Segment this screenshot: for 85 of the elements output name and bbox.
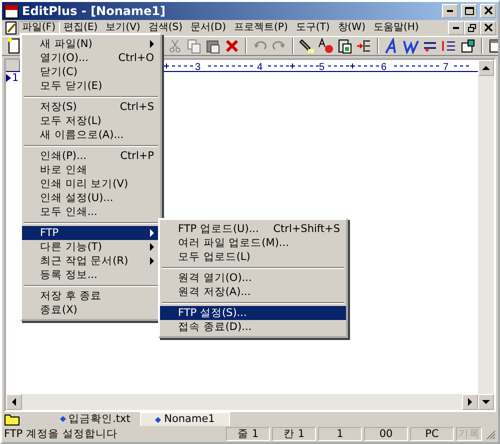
document-tab[interactable]: Noname1 [140, 412, 230, 426]
close-button[interactable] [480, 21, 496, 35]
menu-item[interactable]: 프로젝트(P) [230, 20, 292, 36]
menu-item[interactable]: 여러 파일 업로드(M)... [160, 236, 346, 250]
menu-item[interactable]: 새 이름으로(A)... [22, 128, 160, 142]
menu-item[interactable]: 종료(X) [22, 303, 160, 317]
status-pane: 00 [364, 427, 408, 441]
down-arrow-icon [482, 399, 490, 405]
menu-item[interactable]: 저장(S) Ctrl+S [22, 100, 160, 114]
close-icon [482, 23, 494, 33]
font-color-icon[interactable] [318, 38, 334, 54]
menu-item[interactable]: 접속 종료(D)... [160, 320, 346, 334]
menu-item[interactable]: 최근 작업 문서(R) [22, 254, 160, 268]
status-pane: 칸 1 [272, 427, 316, 441]
menu-item[interactable]: 닫기(C) [22, 65, 160, 79]
menu-item[interactable]: 창(W) [334, 20, 370, 36]
status-pane: PC [410, 427, 454, 441]
indent-icon[interactable] [356, 38, 372, 54]
up-arrow-icon [482, 65, 490, 71]
menu-item[interactable]: 다른 기능(T) [22, 240, 160, 254]
menu-item[interactable]: 인쇄(P)... Ctrl+P [22, 149, 160, 163]
ruler-number: 6 [381, 62, 387, 71]
menu-item[interactable]: 새 파일(N) [22, 37, 160, 51]
word-wrap-icon[interactable] [403, 38, 419, 54]
ruler-number: 4 [257, 62, 263, 71]
menu-item[interactable]: 도구(T) [292, 20, 334, 36]
diamond-icon [60, 416, 66, 422]
menu-item[interactable]: 모두 닫기(E) [22, 79, 160, 93]
menu-item[interactable]: 모두 인쇄... [22, 205, 160, 219]
clipboard-icon[interactable] [337, 38, 353, 54]
menu-item[interactable]: 저장 후 종료 [22, 289, 160, 303]
minimize-button[interactable] [448, 21, 464, 35]
close-icon [482, 6, 494, 16]
minimize-icon [453, 27, 459, 29]
status-pane: 줄 1 [226, 427, 270, 441]
restore-icon [466, 23, 478, 33]
line-numbers-icon[interactable] [441, 38, 457, 54]
menu-item[interactable]: 보기(V) [102, 20, 144, 36]
menu-item[interactable]: 문서(D) [186, 20, 230, 36]
menu-item[interactable]: 검색(S) [144, 20, 186, 36]
scroll-left-button[interactable] [6, 394, 22, 410]
menu-item[interactable]: FTP [22, 226, 160, 240]
menu-item[interactable]: FTP 설정(S)... [160, 306, 346, 320]
menu-item[interactable]: 편집(E) [60, 20, 102, 36]
status-message: FTP 계정을 설정합니다 [4, 428, 118, 440]
menu-item[interactable]: 열기(O)... Ctrl+O [22, 51, 160, 65]
menu-item[interactable]: 등록 정보... [22, 268, 160, 282]
ruler-number: 5 [319, 62, 325, 71]
scroll-down-button[interactable] [478, 394, 494, 410]
right-arrow-icon [467, 398, 473, 406]
ruler-number: 7 [443, 62, 449, 71]
horizontal-scrollbar[interactable] [6, 394, 478, 410]
menu-item[interactable]: 원격 열기(O)... [160, 271, 346, 285]
delete-icon[interactable] [224, 38, 240, 54]
app-icon [4, 4, 19, 18]
settings-icon[interactable] [460, 38, 476, 54]
status-pane: 1 [318, 427, 362, 441]
maximize-button[interactable] [461, 4, 477, 18]
restore-button[interactable] [464, 21, 480, 35]
menu-item[interactable]: 인쇄 미리 보기(V) [22, 177, 160, 191]
ruler-number: 3 [195, 62, 201, 71]
menu-item[interactable]: 모두 저장(L) [22, 114, 160, 128]
paste-icon[interactable] [205, 38, 221, 54]
window-title: EditPlus - [Noname1] [22, 4, 166, 18]
menu-item[interactable]: 도움말(H) [369, 20, 423, 36]
close-button[interactable] [480, 4, 496, 18]
maximize-icon [464, 6, 474, 16]
menu-item[interactable]: FTP 업로드(U)... Ctrl+Shift+S [160, 222, 346, 236]
scroll-up-button[interactable] [478, 60, 494, 76]
diamond-icon [155, 416, 162, 422]
highlighter-icon[interactable] [299, 38, 315, 54]
left-arrow-icon [11, 398, 17, 406]
new-file-icon[interactable] [6, 38, 22, 54]
menu-item[interactable]: 모두 업로드(L) [160, 250, 346, 264]
menu-item[interactable]: 인쇄 설정(U)... [22, 191, 160, 205]
copy-icon[interactable] [186, 38, 202, 54]
size-grip-icon [484, 428, 496, 440]
menu-item[interactable]: 원격 저장(A)... [160, 285, 346, 299]
scroll-right-button[interactable] [462, 394, 478, 410]
minimize-icon [447, 10, 453, 12]
vertical-scrollbar[interactable] [478, 60, 494, 410]
line-number: 1 [12, 74, 19, 83]
line-marker-icon [6, 74, 11, 82]
minimize-button[interactable] [442, 4, 458, 18]
menu-item[interactable]: 바로 인쇄 [22, 163, 160, 177]
